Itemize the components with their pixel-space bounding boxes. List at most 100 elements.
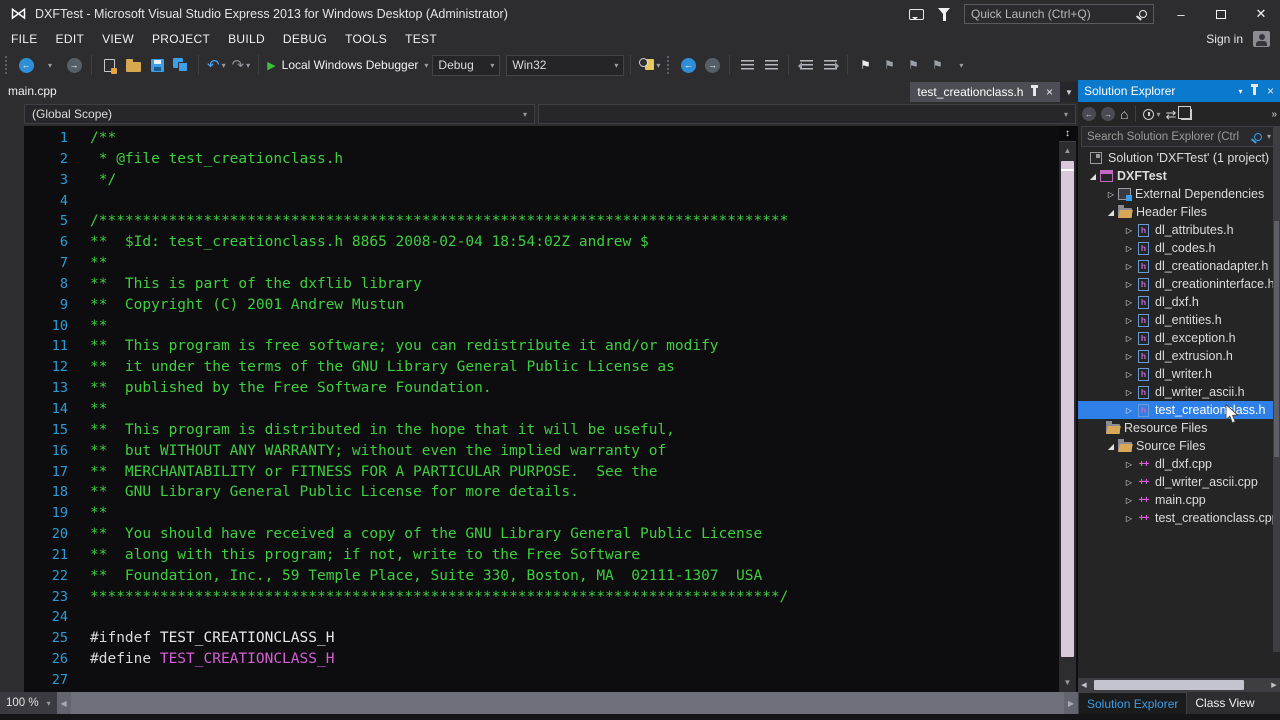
start-debugging-button[interactable]: ▶ Local Windows Debugger ▾ [265,53,430,77]
code-line[interactable]: 2 * @file test_creationclass.h [24,149,1078,170]
code-line[interactable]: 16** but WITHOUT ANY WARRANTY; without e… [24,441,1078,462]
code-line[interactable]: 18** GNU Library General Public License … [24,482,1078,503]
editor-navigate-back-button[interactable]: ← [677,53,699,77]
code-line[interactable]: 12** it under the terms of the GNU Libra… [24,357,1078,378]
quick-launch-input[interactable]: Quick Launch (Ctrl+Q) [964,4,1154,24]
collapsed-arrow-icon[interactable]: ▷ [1104,190,1118,199]
notifications-filter-icon[interactable] [938,8,950,21]
navigate-forward-button[interactable]: → [63,53,85,77]
undo-button[interactable]: ↶▾ [205,53,228,77]
navigate-backward-button[interactable]: ← [15,53,37,77]
tree-item[interactable]: ▷hdl_codes.h [1078,239,1280,257]
scope-dropdown[interactable]: (Global Scope)▾ [24,104,535,124]
tree-item[interactable]: ▷++dl_writer_ascii.cpp [1078,473,1280,491]
code-line[interactable]: 21** along with this program; if not, wr… [24,545,1078,566]
scroll-left-icon[interactable]: ◀ [1078,681,1090,689]
menu-file[interactable]: FILE [2,32,47,46]
scroll-left-icon[interactable]: ◀ [57,699,71,708]
tab-main-cpp[interactable]: main.cpp [8,82,65,102]
tree-item[interactable]: ▷hdl_creationinterface.h [1078,275,1280,293]
menu-tools[interactable]: TOOLS [336,32,396,46]
line-number[interactable]: 24 [24,607,84,628]
tree-item[interactable]: ▷htest_creationclass.h [1078,401,1280,419]
line-number[interactable]: 14 [24,399,84,420]
toolbar-overflow-dropdown[interactable]: ▾ [950,53,972,77]
menu-test[interactable]: TEST [396,32,446,46]
expanded-arrow-icon[interactable]: ◢ [1104,442,1118,451]
collapsed-arrow-icon[interactable]: ▷ [1122,514,1136,523]
line-number[interactable]: 18 [24,482,84,503]
solution-explorer-header[interactable]: Solution Explorer ▾ × [1078,80,1280,102]
toolbar-grip[interactable] [5,56,10,74]
tab-class-view[interactable]: Class View [1187,692,1262,714]
save-all-button[interactable] [170,53,192,77]
tree-item[interactable]: ◢Source Files [1078,437,1280,455]
tree-item[interactable]: ▷++test_creationclass.cpp [1078,509,1280,527]
line-number[interactable]: 19 [24,503,84,524]
tree-item[interactable]: ▷hdl_extrusion.h [1078,347,1280,365]
code-line[interactable]: 20** You should have received a copy of … [24,524,1078,545]
tree-item[interactable]: ▷hdl_writer.h [1078,365,1280,383]
maximize-button[interactable] [1208,7,1234,22]
tree-item[interactable]: ▷hdl_creationadapter.h [1078,257,1280,275]
line-number[interactable]: 22 [24,566,84,587]
toggle-bookmark-button[interactable]: ⚑ [854,53,876,77]
user-avatar-icon[interactable] [1253,31,1270,47]
sync-with-active-document-icon[interactable]: ⇄ [1165,108,1176,121]
solution-platform-combo[interactable]: Win32▾ [506,55,624,76]
scroll-right-icon[interactable]: ▶ [1268,681,1280,689]
menu-edit[interactable]: EDIT [47,32,94,46]
collapsed-arrow-icon[interactable]: ▷ [1122,280,1136,289]
auto-hide-pin-icon[interactable] [1253,87,1256,95]
code-line[interactable]: 5/**************************************… [24,211,1078,232]
expanded-arrow-icon[interactable]: ◢ [1104,208,1118,217]
collapse-all-icon[interactable] [1181,109,1192,120]
close-panel-icon[interactable]: × [1267,85,1274,97]
editor-horizontal-scrollbar[interactable]: ◀ ▶ [57,692,1078,714]
line-number[interactable]: 16 [24,441,84,462]
collapsed-arrow-icon[interactable]: ▷ [1122,370,1136,379]
code-line[interactable]: 11** This program is free software; you … [24,336,1078,357]
tree-item[interactable]: ▷++dl_dxf.cpp [1078,455,1280,473]
scroll-up-icon[interactable]: ▲ [1059,143,1076,158]
tree-item[interactable]: ▷hdl_entities.h [1078,311,1280,329]
code-line[interactable]: 17** MERCHANTABILITY or FITNESS FOR A PA… [24,462,1078,483]
window-position-dropdown-icon[interactable]: ▾ [1238,87,1242,96]
sign-in-link[interactable]: Sign in [1206,32,1243,46]
code-line[interactable]: 9** Copyright (C) 2001 Andrew Mustun [24,295,1078,316]
code-line[interactable]: 15** This program is distributed in the … [24,420,1078,441]
collapsed-arrow-icon[interactable]: ▷ [1122,496,1136,505]
line-number[interactable]: 25 [24,628,84,649]
vertical-scrollbar-thumb[interactable] [1061,161,1074,657]
line-number[interactable]: 20 [24,524,84,545]
se-vertical-scrollbar-thumb[interactable] [1274,221,1279,458]
tree-item[interactable]: ▷hdl_writer_ascii.h [1078,383,1280,401]
tree-item[interactable]: ▷External Dependencies [1078,185,1280,203]
code-area[interactable]: 1/**2 * @file test_creationclass.h3 */45… [24,128,1078,691]
pending-changes-filter-button[interactable]: ▾ [1143,109,1160,120]
clear-bookmarks-button[interactable]: ⚑ [926,53,948,77]
collapsed-arrow-icon[interactable]: ▷ [1122,226,1136,235]
line-number[interactable]: 17 [24,462,84,483]
line-number[interactable]: 5 [24,211,84,232]
code-line[interactable]: 26#define TEST_CREATIONCLASS_H [24,649,1078,670]
next-bookmark-button[interactable]: ⚑ [902,53,924,77]
se-horizontal-scrollbar[interactable]: ◀ ▶ [1078,678,1280,692]
increase-indent-button[interactable] [819,53,841,77]
line-number[interactable]: 3 [24,170,84,191]
line-number[interactable]: 26 [24,649,84,670]
tree-item[interactable]: ◢Header Files [1078,203,1280,221]
editor-zoom-combo[interactable]: 100 % ▾ [0,692,57,714]
tree-item[interactable]: ◢DXFTest [1078,167,1280,185]
tab-list-dropdown[interactable]: ▼ [1060,82,1078,102]
toolbar-grip[interactable] [667,56,672,74]
code-line[interactable]: 8** This is part of the dxflib library [24,274,1078,295]
code-line[interactable]: 7** [24,253,1078,274]
pin-icon[interactable] [1033,88,1036,96]
code-line[interactable]: 4 [24,191,1078,212]
line-number[interactable]: 8 [24,274,84,295]
se-horizontal-scrollbar-thumb[interactable] [1094,680,1244,690]
collapsed-arrow-icon[interactable]: ▷ [1122,460,1136,469]
line-number[interactable]: 15 [24,420,84,441]
collapsed-arrow-icon[interactable]: ▷ [1122,388,1136,397]
